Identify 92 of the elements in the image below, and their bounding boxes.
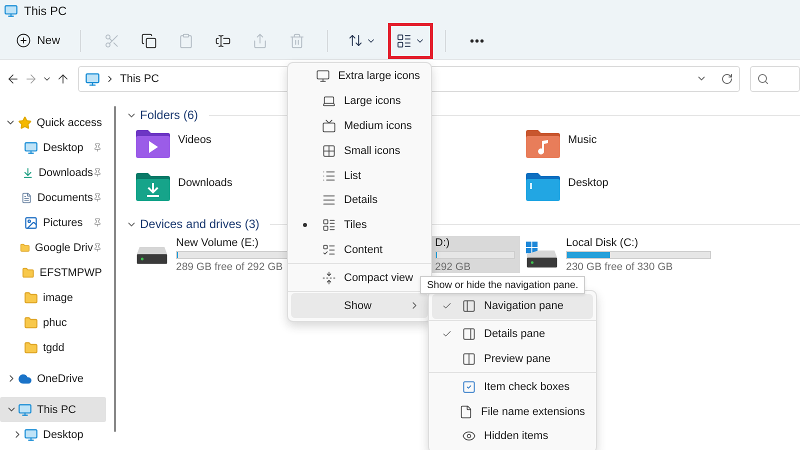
left-panel-icon [462,299,476,314]
refresh-icon[interactable] [721,73,733,85]
drive-tile[interactable]: Local Disk (C:) 230 GB free of 330 GB [526,236,715,273]
tiles-icon [396,32,412,48]
view-button[interactable] [388,22,434,58]
plus-icon [16,33,31,48]
trash-icon [288,32,305,48]
sidebar-item[interactable]: EFSTMPWP [0,260,106,285]
monitor-icon [85,72,100,86]
folder-icon [526,173,560,201]
columns-icon [462,352,476,366]
new-button[interactable]: New [8,26,68,56]
checklist-icon [322,242,336,257]
picture-icon [24,216,38,230]
menu-item[interactable]: Navigation pane [432,294,593,319]
sort-arrows-icon [348,33,364,48]
folder-name[interactable]: Music [568,134,597,146]
folder-name[interactable]: Downloads [178,177,232,189]
menu-item[interactable]: Item check boxes [432,374,593,400]
window-title: This PC [24,4,67,18]
menu-item[interactable]: Compact view [291,265,428,290]
folder-icon [24,316,38,330]
menu-item[interactable]: Large icons [291,88,428,114]
menu-item[interactable]: Hidden items [432,424,593,449]
cloud-icon [18,372,32,386]
sidebar-item[interactable]: Google Driv [0,235,106,260]
windows-drive-icon [526,240,558,270]
music-folder-icon [526,130,560,158]
folder-icon [24,290,38,304]
folder-name[interactable]: Desktop [568,177,608,189]
arrow-right-icon [24,72,38,86]
grid-icon [322,144,336,158]
drive-name: D:) [435,236,451,248]
document-icon [21,190,32,204]
rename-icon [214,32,231,48]
drive-space: 289 GB free of 292 GB [176,260,284,272]
menu-item[interactable]: Medium icons [291,114,428,138]
download-folder-icon [136,173,170,201]
menu-item[interactable]: Extra large icons [291,64,428,89]
scissors-icon [104,32,120,48]
laptop-icon [322,94,336,108]
menu-item[interactable]: List [291,163,428,188]
monitor-icon [18,402,32,416]
search-field[interactable] [750,66,800,92]
sidebar-item[interactable]: phuc [0,310,106,335]
sidebar-item[interactable]: This PC [0,397,106,422]
sidebar-item[interactable]: Desktop [0,135,106,160]
checkbox-icon [462,380,476,394]
more-icon [470,38,484,42]
menu-item[interactable]: Details pane [432,322,593,347]
monitor-icon [24,428,38,442]
tooltip: Show or hide the navigation pane. [420,276,586,294]
arrow-left-icon [6,72,20,86]
tiles-icon [322,218,336,232]
sidebar-item[interactable]: Documents [0,185,106,210]
file-icon [459,404,474,419]
sidebar-item[interactable]: Desktop [0,422,106,447]
menu-item[interactable]: Show [291,293,428,318]
monitor-icon [24,140,38,154]
drive-name: New Volume (E:) [176,236,260,248]
download-icon [22,166,34,180]
menu-item[interactable]: Preview pane [432,346,593,372]
folder-name[interactable]: Videos [178,134,212,146]
menu-item[interactable]: Details [291,188,428,213]
sidebar-item[interactable]: Pictures [0,210,106,235]
monitor-icon [4,4,18,18]
sidebar-item[interactable]: OneDrive [0,366,106,391]
clipboard-icon [178,32,194,48]
copy-icon [140,32,157,48]
search-icon [757,73,769,85]
folder-icon [22,266,35,280]
menu-item[interactable]: Content [291,238,428,262]
lines-icon [322,193,336,208]
folder-icon [24,340,38,354]
menu-item[interactable]: Small icons [291,138,428,164]
eye-icon [462,429,476,444]
sidebar-item[interactable]: tgdd [0,335,106,360]
star-icon [18,116,32,130]
menu-item[interactable]: File name extensions [432,399,593,424]
sidebar-item[interactable]: Quick access [0,110,106,135]
compress-icon [322,270,336,285]
sidebar-item[interactable]: image [0,285,106,310]
scrollbar[interactable] [114,106,116,432]
right-panel-icon [462,327,476,342]
video-folder-icon [136,130,170,158]
drive-name: Local Disk (C:) [566,236,640,248]
drive-space: 292 GB [435,260,472,272]
monitor-icon [316,69,330,84]
drive-space: 230 GB free of 330 GB [566,260,674,272]
share-icon [252,32,268,48]
screen-icon [322,118,336,133]
sidebar-item[interactable]: Downloads [0,160,106,185]
